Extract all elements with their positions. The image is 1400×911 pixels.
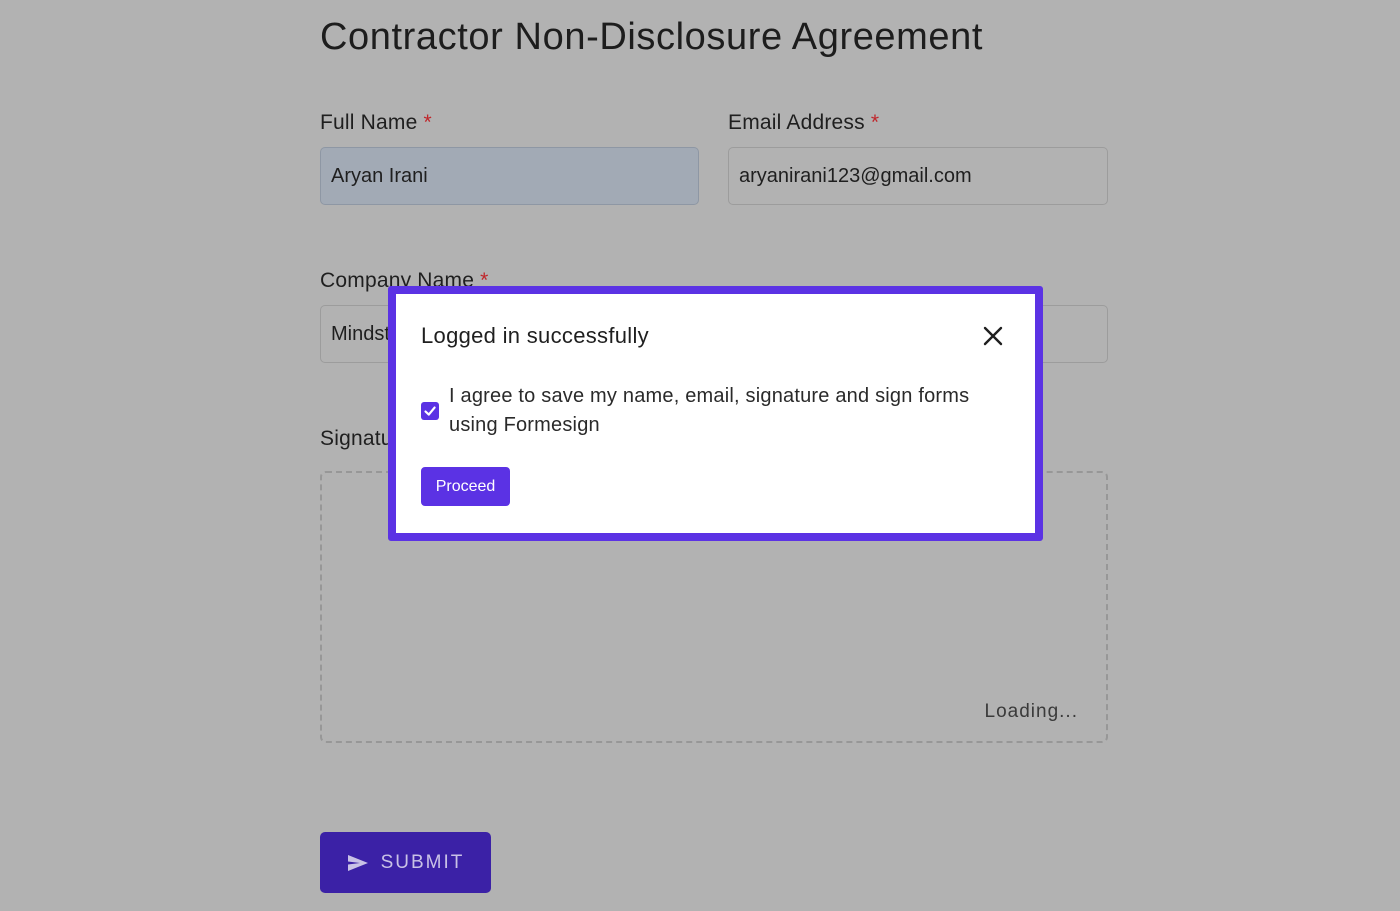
required-marker: * <box>870 111 880 134</box>
full-name-label: Full Name * <box>320 111 432 135</box>
signature-label: Signatu <box>320 427 393 451</box>
signature-loading-text: Loading... <box>984 701 1078 722</box>
email-label: Email Address * <box>728 111 879 135</box>
consent-text: I agree to save my name, email, signatur… <box>449 385 970 436</box>
proceed-button[interactable]: Proceed <box>421 467 510 506</box>
close-icon[interactable] <box>981 324 1005 348</box>
login-success-modal: Logged in successfully I agree to save m… <box>388 286 1043 541</box>
company-name-value: Mindst <box>331 323 390 345</box>
submit-label: SUBMIT <box>380 851 465 873</box>
full-name-input[interactable]: Aryan Irani <box>320 147 699 205</box>
signature-label-text: Signatu <box>320 427 393 450</box>
email-input[interactable]: aryanirani123@gmail.com <box>728 147 1108 205</box>
send-icon <box>347 854 369 872</box>
form-page: Contractor Non-Disclosure Agreement Full… <box>0 0 1400 911</box>
check-icon <box>424 406 436 416</box>
full-name-value: Aryan Irani <box>331 165 428 187</box>
email-label-text: Email Address <box>728 111 865 134</box>
page-title: Contractor Non-Disclosure Agreement <box>320 16 984 58</box>
email-value: aryanirani123@gmail.com <box>739 165 972 187</box>
submit-button[interactable]: SUBMIT <box>320 832 491 893</box>
required-marker: * <box>423 111 432 134</box>
full-name-label-text: Full Name <box>320 111 418 134</box>
consent-checkbox[interactable] <box>421 402 439 420</box>
consent-row: I agree to save my name, email, signatur… <box>421 382 991 440</box>
modal-title: Logged in successfully <box>421 323 649 348</box>
